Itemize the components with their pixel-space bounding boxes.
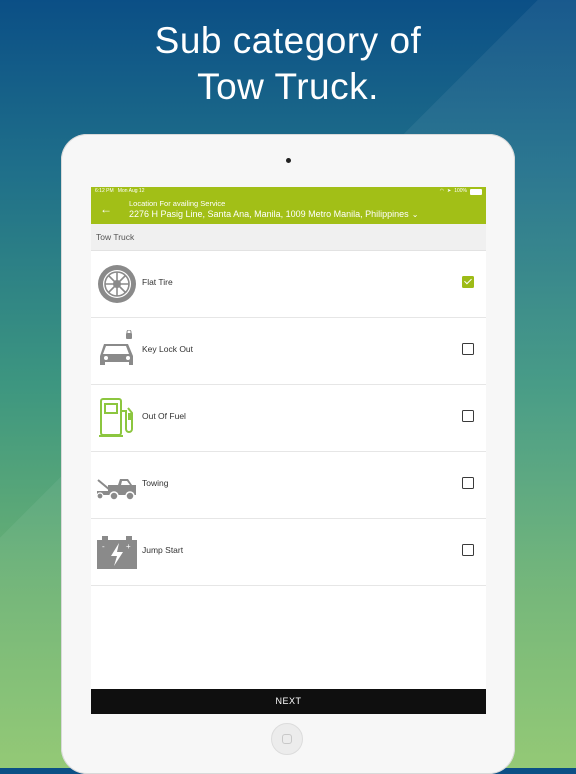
location-arrow-icon: ➤	[447, 188, 452, 194]
status-battery-text: 100%	[454, 188, 467, 194]
location-address-text: 2276 H Pasig Line, Santa Ana, Manila, 10…	[129, 209, 409, 219]
headline: Sub category of Tow Truck.	[0, 18, 576, 110]
checkbox-key-lock-out[interactable]	[462, 343, 474, 355]
app-screen: 6:12 PM Mon Aug 12 ◠ ➤ 100% ← Location F…	[91, 187, 486, 714]
list-item-out-of-fuel[interactable]: Out Of Fuel	[91, 385, 486, 452]
status-time: 6:12 PM	[95, 188, 114, 194]
headline-line-2: Tow Truck.	[197, 66, 379, 107]
battery-icon: - +	[97, 536, 137, 569]
list-item-key-lock-out[interactable]: Key Lock Out	[91, 318, 486, 385]
svg-text:-: -	[102, 542, 105, 551]
tablet-frame: 6:12 PM Mon Aug 12 ◠ ➤ 100% ← Location F…	[61, 134, 515, 774]
next-button[interactable]: NEXT	[91, 689, 486, 714]
item-label: Out Of Fuel	[142, 411, 186, 421]
tow-truck-icon	[96, 479, 136, 501]
svg-text:+: +	[126, 542, 131, 551]
wifi-icon: ◠	[439, 188, 444, 194]
app-bar: ← Location For availing Service 2276 H P…	[91, 196, 486, 224]
battery-status-icon	[470, 188, 482, 195]
location-address[interactable]: 2276 H Pasig Line, Santa Ana, Manila, 10…	[129, 209, 418, 220]
back-arrow-icon[interactable]: ←	[99, 203, 113, 215]
checkbox-jump-start[interactable]	[462, 544, 474, 556]
checkbox-flat-tire[interactable]	[462, 276, 474, 288]
car-lock-icon	[100, 330, 133, 365]
item-label: Flat Tire	[142, 277, 173, 287]
list-item-jump-start[interactable]: - + Jump Start	[91, 519, 486, 586]
item-label: Jump Start	[142, 545, 184, 555]
checkbox-out-of-fuel[interactable]	[462, 410, 474, 422]
chevron-down-icon: ⌄	[411, 210, 419, 219]
fuel-pump-icon	[99, 398, 133, 437]
list-item-flat-tire[interactable]: Flat Tire	[91, 251, 486, 318]
checkbox-towing[interactable]	[462, 477, 474, 489]
subcategory-list: Flat Tire Key Lock Out Out Of Fuel Towin…	[91, 251, 486, 586]
status-bar: 6:12 PM Mon Aug 12 ◠ ➤ 100%	[91, 187, 486, 196]
status-date: Mon Aug 12	[117, 188, 145, 194]
section-header: Tow Truck	[91, 224, 486, 251]
headline-line-1: Sub category of	[154, 20, 422, 61]
list-item-towing[interactable]: Towing	[91, 452, 486, 519]
camera-dot	[286, 158, 291, 163]
tire-icon	[98, 265, 136, 303]
item-label: Key Lock Out	[142, 344, 194, 354]
home-button[interactable]	[271, 723, 303, 755]
item-label: Towing	[142, 478, 169, 488]
location-title: Location For availing Service	[129, 199, 226, 208]
